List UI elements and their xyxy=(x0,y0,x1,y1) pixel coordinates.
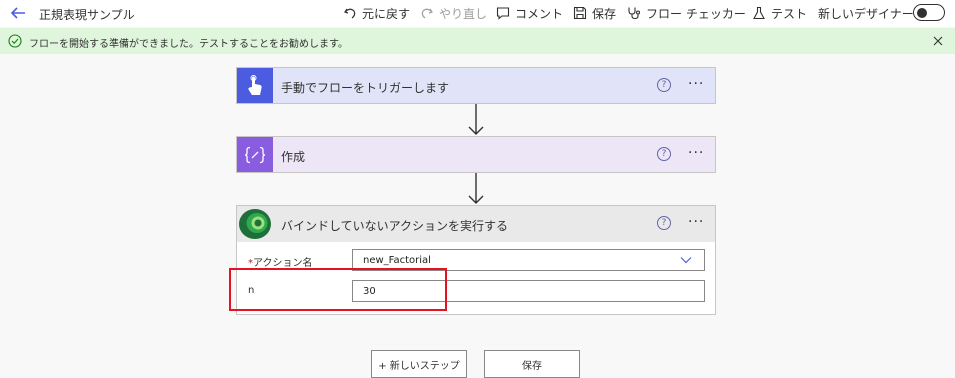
compose-step-card[interactable]: 作成 ? ··· xyxy=(236,136,716,173)
help-icon[interactable]: ? xyxy=(657,216,671,230)
touch-hand-icon xyxy=(237,68,273,103)
save-label: 保存 xyxy=(592,6,617,21)
action-name-value: new_Factorial xyxy=(363,255,431,266)
new-designer-label: 新しいデザイナー xyxy=(818,6,914,21)
help-icon[interactable]: ? xyxy=(657,147,671,161)
redo-label: やり直し xyxy=(439,6,488,21)
undo-icon xyxy=(344,8,356,19)
test-label: テスト xyxy=(771,6,808,21)
dataverse-icon xyxy=(239,209,271,239)
trigger-step-card[interactable]: 手動でフローをトリガーします ? ··· xyxy=(236,67,716,104)
redo-icon xyxy=(421,8,433,19)
more-options-icon[interactable]: ··· xyxy=(688,145,704,161)
toggle-knob xyxy=(917,7,927,18)
action-name-label: *アクション名 xyxy=(248,258,313,269)
more-options-icon[interactable]: ··· xyxy=(688,214,704,230)
compose-braces-icon xyxy=(237,137,273,172)
redo-button[interactable]: やり直し xyxy=(420,4,487,22)
connector-arrow xyxy=(468,104,484,135)
unbound-action-header[interactable]: バインドしていないアクションを実行する ? ··· xyxy=(237,206,715,242)
unbound-action-title: バインドしていないアクションを実行する xyxy=(281,219,509,233)
banner-message: フローを開始する準備ができました。テストすることをお勧めします。 xyxy=(29,39,348,50)
checkmark-circle-icon xyxy=(8,34,22,48)
connector-arrow xyxy=(468,173,484,204)
comment-label: コメント xyxy=(515,6,564,21)
undo-button[interactable]: 元に戻す xyxy=(343,4,410,22)
save-flow-button[interactable]: 保存 xyxy=(484,350,580,378)
compose-step-title: 作成 xyxy=(281,150,306,164)
close-icon[interactable] xyxy=(933,36,943,46)
flow-checker-label: フロー チェッカー xyxy=(646,6,746,21)
success-banner: フローを開始する準備ができました。テストすることをお勧めします。 xyxy=(0,28,955,54)
save-button[interactable]: 保存 xyxy=(573,4,616,22)
highlight-box xyxy=(229,268,447,311)
flask-icon xyxy=(753,6,765,20)
chevron-down-icon xyxy=(680,257,692,264)
flow-checker-button[interactable]: フロー チェッカー xyxy=(627,4,746,22)
more-options-icon[interactable]: ··· xyxy=(688,76,704,92)
comment-button[interactable]: コメント xyxy=(496,4,563,22)
comment-icon xyxy=(496,7,510,20)
save-disk-icon xyxy=(573,6,587,20)
trigger-step-title: 手動でフローをトリガーします xyxy=(281,81,450,95)
command-bar: 正規表現サンプル 元に戻す やり直し コメント 保存 フロー チェッカー テスト… xyxy=(0,0,955,27)
new-designer-toggle[interactable] xyxy=(913,4,945,21)
flow-title: 正規表現サンプル xyxy=(39,8,135,22)
stethoscope-icon xyxy=(628,7,641,20)
undo-label: 元に戻す xyxy=(362,6,411,21)
help-icon[interactable]: ? xyxy=(657,78,671,92)
new-step-button[interactable]: + 新しいステップ xyxy=(371,350,467,378)
test-button[interactable]: テスト xyxy=(752,4,807,22)
back-arrow-icon[interactable] xyxy=(9,4,27,22)
